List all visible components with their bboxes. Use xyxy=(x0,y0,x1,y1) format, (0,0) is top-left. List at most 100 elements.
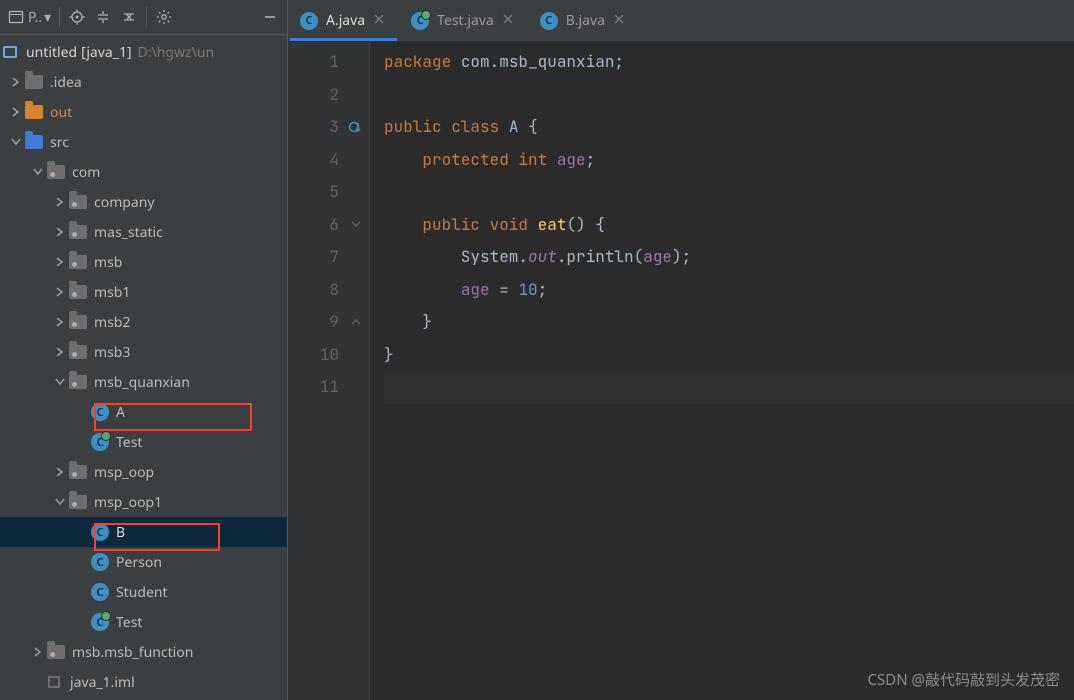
chevron-right-icon[interactable] xyxy=(8,74,24,90)
class-icon: C xyxy=(300,12,318,30)
class-icon: C xyxy=(90,582,110,602)
tree-node-msb-function[interactable]: msb.msb_function xyxy=(0,637,287,667)
chevron-right-icon[interactable] xyxy=(52,344,68,360)
target-icon xyxy=(68,8,86,26)
package-icon xyxy=(46,642,66,662)
expand-all-button[interactable] xyxy=(90,4,116,30)
fold-end-icon[interactable] xyxy=(347,313,365,331)
gutter: 1 2 3 4 5 6 7 8 9 10 11 xyxy=(288,42,370,700)
separator xyxy=(146,7,147,27)
line-number: 11 xyxy=(288,371,369,404)
tree-label: Student xyxy=(116,583,168,602)
tree-label: A xyxy=(116,403,125,422)
tree-label: msp_oop1 xyxy=(94,493,162,512)
tree-node-class-person[interactable]: C Person xyxy=(0,547,287,577)
tree-node-iml[interactable]: java_1.iml xyxy=(0,667,287,697)
project-panel: P.. ▾ untitled [java_1] D:\hgwz xyxy=(0,0,288,700)
tree-node-com[interactable]: com xyxy=(0,157,287,187)
tree-root[interactable]: untitled [java_1] D:\hgwz\un xyxy=(0,37,287,67)
tree-label: B xyxy=(116,523,125,542)
tree-node-msp-oop1[interactable]: msp_oop1 xyxy=(0,487,287,517)
line-number: 3 xyxy=(288,111,369,144)
separator xyxy=(59,7,60,27)
window-icon xyxy=(8,9,24,25)
fold-icon[interactable] xyxy=(347,216,365,234)
line-number: 10 xyxy=(288,339,369,372)
collapse-all-button[interactable] xyxy=(116,4,142,30)
chevron-right-icon[interactable] xyxy=(52,194,68,210)
tree-node-msb1[interactable]: msb1 xyxy=(0,277,287,307)
package-icon xyxy=(68,192,88,212)
project-view-selector[interactable]: P.. ▾ xyxy=(4,4,55,30)
tree-node-class-a[interactable]: C A xyxy=(0,397,287,427)
package-icon xyxy=(68,492,88,512)
tree-node-class-test2[interactable]: C Test xyxy=(0,607,287,637)
project-view-label: P.. xyxy=(28,8,42,27)
tree-node-idea[interactable]: .idea xyxy=(0,67,287,97)
line-number: 2 xyxy=(288,79,369,112)
line-number: 6 xyxy=(288,209,369,242)
close-tab-button[interactable] xyxy=(613,11,629,30)
tab-label: Test.java xyxy=(437,11,494,30)
tree-label: msp_oop xyxy=(94,463,154,482)
gear-icon xyxy=(156,9,172,25)
folder-icon xyxy=(24,102,44,122)
tree-node-src[interactable]: src xyxy=(0,127,287,157)
runnable-class-icon: C xyxy=(90,432,110,452)
chevron-down-icon[interactable] xyxy=(52,494,68,510)
tree-node-class-test1[interactable]: C Test xyxy=(0,427,287,457)
tree-node-class-student[interactable]: C Student xyxy=(0,577,287,607)
tree-label: msb2 xyxy=(94,313,130,332)
tree-node-msb2[interactable]: msb2 xyxy=(0,307,287,337)
tab-b-java[interactable]: C B.java xyxy=(528,0,639,41)
class-icon: C xyxy=(90,402,110,422)
tree-node-msb[interactable]: msb xyxy=(0,247,287,277)
tree-label: Test xyxy=(116,613,142,632)
package-icon xyxy=(68,312,88,332)
chevron-right-icon[interactable] xyxy=(52,224,68,240)
overrides-icon[interactable] xyxy=(347,118,365,136)
folder-icon xyxy=(24,132,44,152)
hide-panel-button[interactable] xyxy=(257,4,283,30)
minimize-icon xyxy=(262,9,278,25)
tab-test-java[interactable]: C Test.java xyxy=(399,0,528,41)
editor-tabs: C A.java C Test.java C B.java xyxy=(288,0,1074,42)
tree-label: msb xyxy=(94,253,122,272)
tree-node-msb3[interactable]: msb3 xyxy=(0,337,287,367)
tree-node-out[interactable]: out xyxy=(0,97,287,127)
chevron-right-icon[interactable] xyxy=(52,254,68,270)
chevron-right-icon[interactable] xyxy=(52,464,68,480)
tree-label: mas_static xyxy=(94,223,163,242)
chevron-right-icon[interactable] xyxy=(52,284,68,300)
tree-label: msb_quanxian xyxy=(94,373,190,392)
close-tab-button[interactable] xyxy=(502,11,518,30)
tab-label: A.java xyxy=(326,11,365,30)
class-icon: C xyxy=(90,522,110,542)
tree-label: src xyxy=(50,133,69,152)
chevron-right-icon[interactable] xyxy=(8,104,24,120)
tree-node-msp-oop[interactable]: msp_oop xyxy=(0,457,287,487)
settings-button[interactable] xyxy=(151,4,177,30)
runnable-class-icon: C xyxy=(411,12,429,30)
chevron-down-icon[interactable] xyxy=(8,134,24,150)
tree-node-company[interactable]: company xyxy=(0,187,287,217)
module-icon xyxy=(44,672,64,692)
tree-label: company xyxy=(94,193,155,212)
tree-node-msb-quanxian[interactable]: msb_quanxian xyxy=(0,367,287,397)
code-area[interactable]: package com.msb_quanxian; public class A… xyxy=(370,42,1074,700)
close-tab-button[interactable] xyxy=(373,11,389,30)
collapse-all-icon xyxy=(121,9,137,25)
chevron-right-icon[interactable] xyxy=(30,644,46,660)
locate-file-button[interactable] xyxy=(64,4,90,30)
chevron-right-icon[interactable] xyxy=(52,314,68,330)
code-editor[interactable]: 1 2 3 4 5 6 7 8 9 10 11 xyxy=(288,42,1074,700)
tree-label: Test xyxy=(116,433,142,452)
tree-label: msb1 xyxy=(94,283,130,302)
tree-node-mas-static[interactable]: mas_static xyxy=(0,217,287,247)
tab-a-java[interactable]: C A.java xyxy=(288,0,399,41)
tree-node-class-b[interactable]: C B xyxy=(0,517,287,547)
runnable-class-icon: C xyxy=(90,612,110,632)
project-tree[interactable]: untitled [java_1] D:\hgwz\un .idea out s… xyxy=(0,35,287,700)
chevron-down-icon[interactable] xyxy=(30,164,46,180)
chevron-down-icon[interactable] xyxy=(52,374,68,390)
